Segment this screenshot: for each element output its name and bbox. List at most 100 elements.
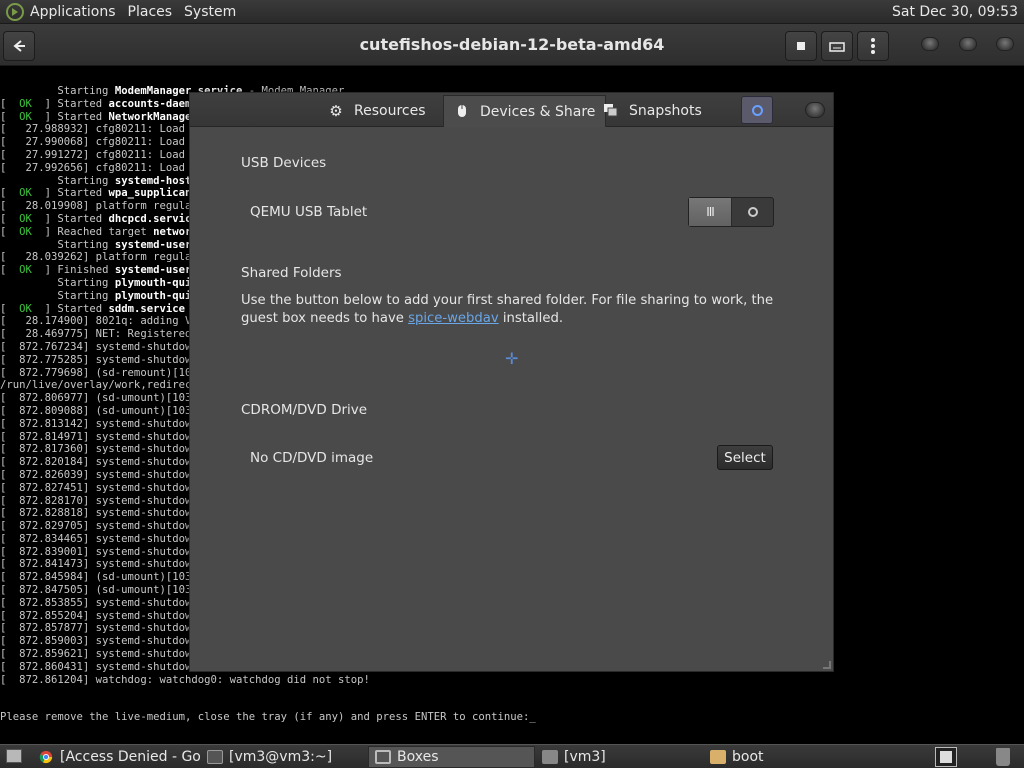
console-text: [ 872.779698] (sd-remount)[10 [0, 366, 192, 379]
stop-button[interactable] [785, 31, 817, 61]
console-unit-name: systemd-host [114, 174, 192, 187]
workspace-1[interactable] [940, 751, 952, 763]
trash-icon[interactable] [996, 748, 1010, 766]
cdrom-label: No CD/DVD image [250, 450, 374, 466]
maximize-button[interactable] [959, 37, 977, 51]
mouse-icon [454, 104, 470, 120]
tab-devices-share-label: Devices & Share [480, 103, 596, 120]
console-unit-name: plymouth-qui [114, 276, 192, 289]
console-text: [ 872.839001] systemd-shutdow [0, 545, 192, 558]
task-home-folder[interactable]: [vm3] [536, 746, 703, 768]
usb-devices-heading: USB Devices [241, 155, 327, 171]
console-text: Starting [0, 174, 115, 187]
menu-applications[interactable]: Applications [24, 4, 122, 20]
properties-dialog: ⚙ Resources Devices & Share Snapshots US… [189, 92, 834, 672]
console-text: ] Reached target [44, 225, 154, 238]
usb-device-toggle[interactable]: III [688, 197, 774, 227]
status-ok: OK [19, 264, 32, 277]
console-text: [ 872.826039] systemd-shutdow [0, 468, 192, 481]
console-text: /run/live/overlay/work,redirec [0, 379, 192, 392]
task-terminal-label: [vm3@vm3:~] [229, 749, 333, 765]
boxes-icon [375, 750, 391, 764]
console-text: [ 27.991272] cfg80211: Load [0, 148, 185, 161]
window-titlebar: cutefishos-debian-12-beta-amd64 [0, 24, 1024, 66]
toggle-off-segment[interactable] [732, 198, 773, 226]
tab-snapshots[interactable]: Snapshots [593, 95, 712, 127]
toggle-on-segment[interactable]: III [689, 198, 732, 226]
tab-devices-share[interactable]: Devices & Share [443, 95, 607, 127]
console-unit-name: systemd-user [114, 238, 192, 251]
console-text: ] Started [44, 110, 109, 123]
bottom-taskbar: [Access Denied - Go... [vm3@vm3:~] Boxes… [0, 744, 1024, 768]
search-button[interactable] [741, 96, 773, 124]
cdrom-heading: CDROM/DVD Drive [241, 402, 368, 418]
status-ok: OK [19, 302, 32, 315]
menu-button[interactable] [857, 31, 889, 61]
task-terminal[interactable]: [vm3@vm3:~] [201, 746, 366, 768]
console-text: [ 872.767234] systemd-shutdow [0, 340, 192, 353]
spice-webdav-link[interactable]: spice-webdav [408, 311, 499, 326]
keyboard-button[interactable] [821, 31, 853, 61]
tab-resources-label: Resources [354, 103, 426, 119]
console-unit-name: dhcpcd.servic [108, 212, 192, 225]
task-boxes-label: Boxes [397, 749, 439, 765]
console-text: Starting [0, 289, 115, 302]
task-chrome[interactable]: [Access Denied - Go... [32, 746, 200, 768]
console-text: [ 872.817360] systemd-shutdow [0, 443, 192, 456]
terminal-icon [207, 750, 223, 764]
console-text: ] Finished [44, 264, 115, 277]
add-folder-cursor-icon: ✛ [505, 349, 519, 368]
stop-icon [797, 42, 805, 50]
console-unit-name: accounts-daem [108, 97, 192, 110]
console-text: [ 872.855204] systemd-shutdow [0, 609, 192, 622]
console-text: [ 872.775285] systemd-shutdow [0, 353, 192, 366]
console-text: [ 872.829705] systemd-shutdow [0, 520, 192, 533]
console-prompt[interactable]: Please remove the live-medium, close the… [0, 711, 536, 724]
shared-folders-heading: Shared Folders [241, 265, 342, 281]
console-text: [ 872.809088] (sd-umount)[103 [0, 404, 192, 417]
console-unit-name: systemd-user [114, 264, 192, 277]
console-unit-name: NetworkManage [108, 110, 192, 123]
shared-text-part2: installed. [498, 310, 564, 326]
console-text: Starting [0, 238, 115, 251]
close-button[interactable] [996, 37, 1014, 51]
console-unit-name: wpa_supplican [108, 187, 192, 200]
console-text: [ 28.039262] platform regula [0, 251, 192, 264]
console-text: ] Started [44, 212, 109, 225]
console-text: [ 872.806977] (sd-umount)[103 [0, 392, 192, 405]
show-desktop-icon[interactable] [6, 749, 22, 763]
console-text: [ 28.019908] platform regula [0, 200, 192, 213]
console-text: [ 872.813142] systemd-shutdow [0, 417, 192, 430]
status-ok: OK [19, 97, 32, 110]
gear-icon: ⚙ [329, 102, 343, 120]
task-chrome-label: [Access Denied - Go... [60, 749, 200, 765]
console-text: [ 872.828170] systemd-shutdow [0, 494, 192, 507]
console-text: ] Started [44, 187, 109, 200]
console-text: [ 872.845984] (sd-umount)[103 [0, 571, 192, 584]
console-unit-name: plymouth-qui [114, 289, 192, 302]
tab-resources[interactable]: ⚙ Resources [318, 95, 436, 127]
select-cdrom-button[interactable]: Select [717, 445, 773, 470]
console-text: Starting [0, 276, 115, 289]
minimize-button[interactable] [921, 37, 939, 51]
console-unit-name: networ [153, 225, 192, 238]
snapshots-icon [603, 103, 619, 119]
console-text: [ 872.814971] systemd-shutdow [0, 430, 192, 443]
console-text: Starting [0, 85, 115, 97]
workspace-switcher[interactable] [935, 747, 957, 767]
search-icon [751, 104, 763, 116]
chrome-icon [39, 750, 53, 764]
distro-logo-icon[interactable] [6, 2, 24, 21]
task-boot-folder[interactable]: boot [704, 746, 871, 768]
dialog-close-button[interactable] [805, 102, 825, 118]
resize-grip-icon[interactable] [823, 661, 831, 669]
usb-device-label: QEMU USB Tablet [250, 204, 368, 220]
kebab-menu-icon [871, 38, 875, 54]
console-text: [ 872.861204] watchdog: watchdog0: watch… [0, 673, 370, 686]
menu-places[interactable]: Places [122, 4, 179, 20]
task-boxes[interactable]: Boxes [368, 746, 535, 768]
menu-system[interactable]: System [178, 4, 242, 20]
status-ok: OK [19, 110, 32, 123]
console-text: [ 872.828818] systemd-shutdow [0, 507, 192, 520]
clock[interactable]: Sat Dec 30, 09:53 [892, 4, 1024, 20]
